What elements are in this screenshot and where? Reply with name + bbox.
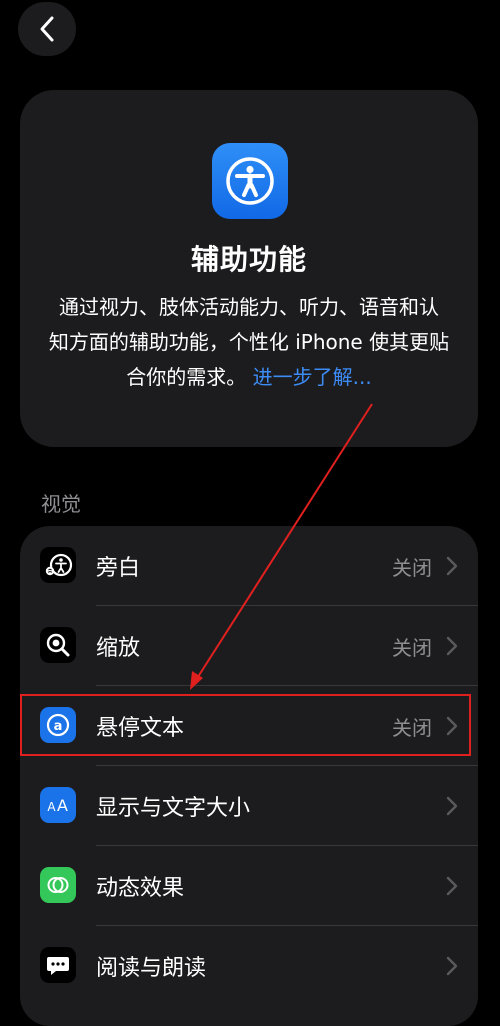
description-line: 通过视力、肢体活动能力、听力、语音和认 [59,295,439,319]
row-spoken-content[interactable]: 阅读与朗读 [20,926,478,1006]
chevron-right-icon [446,956,458,976]
description-line: 知方面的辅助功能，个性化 iPhone 使其更贴 [48,330,450,354]
chevron-right-icon [446,716,458,736]
zoom-icon [40,627,76,663]
row-value: 关闭 [392,556,432,580]
chevron-right-icon [446,796,458,816]
hover-text-icon: a [40,707,76,743]
chevron-right-icon [446,636,458,656]
header-description: 通过视力、肢体活动能力、听力、语音和认 知方面的辅助功能，个性化 iPhone … [44,290,454,395]
svg-text:a: a [54,719,63,734]
voiceover-icon [40,547,76,583]
motion-icon [40,867,76,903]
row-zoom[interactable]: 缩放 关闭 [20,606,478,686]
row-label: 旁白 [96,556,141,581]
row-label: 动态效果 [96,876,185,901]
row-value: 关闭 [392,716,432,740]
chevron-right-icon [446,876,458,896]
learn-more-link[interactable]: 进一步了解... [253,365,372,389]
chevron-left-icon [40,16,54,42]
header-card: 辅助功能 通过视力、肢体活动能力、听力、语音和认 知方面的辅助功能，个性化 iP… [20,90,478,447]
spoken-content-icon [40,947,76,983]
svg-text:A: A [47,800,56,814]
row-value: 关闭 [392,636,432,660]
description-line-text: 合你的需求。 [126,365,247,389]
section-header-vision: 视觉 [41,492,81,516]
row-hover-text[interactable]: a 悬停文本 关闭 [20,686,478,766]
display-text-size-icon: A A [40,787,76,823]
row-display-text-size[interactable]: A A 显示与文字大小 [20,766,478,846]
row-label: 阅读与朗读 [96,956,207,981]
chevron-right-icon [446,556,458,576]
accessibility-figure-icon [212,143,288,219]
row-motion[interactable]: 动态效果 [20,846,478,926]
row-label: 悬停文本 [96,716,185,741]
svg-text:A: A [57,796,68,815]
row-label: 缩放 [96,636,141,661]
row-voiceover[interactable]: 旁白 关闭 [20,526,478,606]
description-line-last: 合你的需求。 进一步了解... [44,360,454,395]
page-title: 辅助功能 [190,243,307,276]
settings-group-vision: 旁白 关闭 缩放 关闭 a 悬停文本 关闭 A A 显示与文字大小 动态效果 阅… [20,526,478,1026]
back-button[interactable] [18,2,76,56]
row-label: 显示与文字大小 [96,796,251,821]
